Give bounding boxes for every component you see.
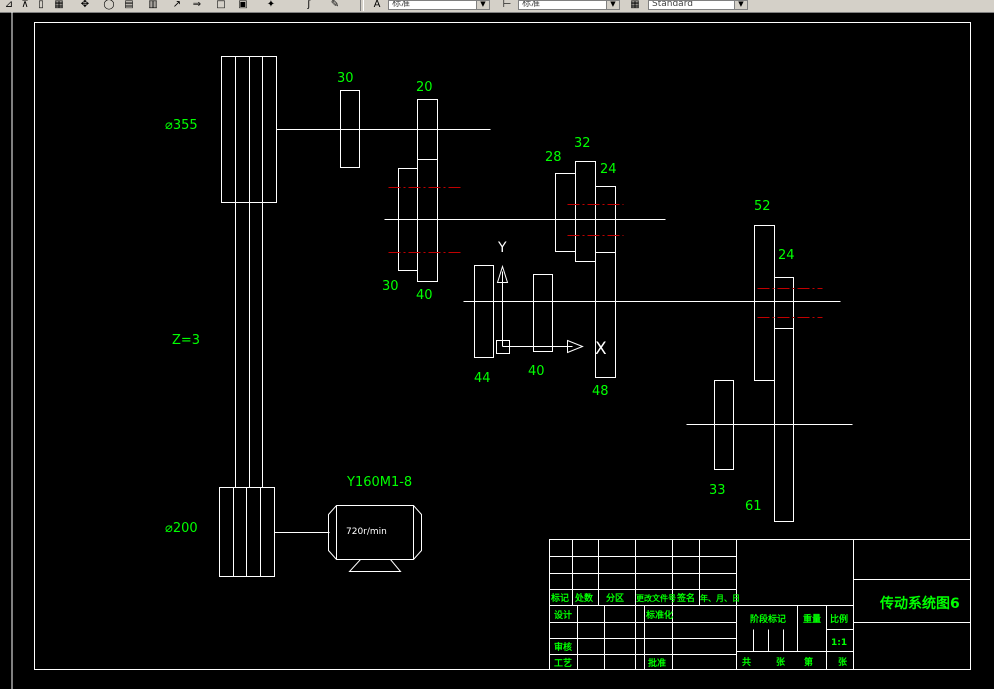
table-icon[interactable]: ▤	[122, 0, 136, 11]
gear-label: 20	[416, 80, 433, 95]
gear-label: 44	[474, 371, 491, 386]
motor-base	[348, 559, 402, 572]
arrow-right-icon[interactable]: ⇒	[190, 0, 204, 11]
pulley-small-label: ⌀200	[165, 521, 198, 536]
gear-20	[417, 99, 438, 282]
drawing-canvas[interactable]: ⌀355 ⌀200 Z=3 Y160M1-8 720r/min Y X 30 2…	[0, 12, 994, 689]
table-style-select[interactable]: Standard ▼	[648, 0, 748, 10]
gear-label: 28	[545, 150, 562, 165]
tb-header: 签名	[676, 592, 695, 604]
curve-icon[interactable]: ʃ	[302, 0, 316, 11]
tb-header: 标记	[550, 592, 569, 604]
chevron-down-icon[interactable]: ▼	[734, 1, 747, 9]
layout-icon[interactable]: ⊼	[18, 0, 32, 11]
table-style-icon[interactable]: ▦	[628, 0, 642, 11]
tb-header: 年、月、日	[700, 593, 740, 603]
drawing-title: 传动系统图6	[879, 595, 960, 612]
gear-label: 32	[574, 136, 591, 151]
gear-label: 30	[337, 71, 354, 86]
tb-weight: 重量	[803, 613, 821, 625]
paint-icon[interactable]: ✎	[328, 0, 342, 11]
pulley-large-label: ⌀355	[165, 118, 198, 133]
text-style-select[interactable]: 标准 ▼	[388, 0, 490, 10]
pan-icon[interactable]: ✥	[78, 0, 92, 11]
tb-sheet: 张	[838, 656, 848, 668]
gear-label: 52	[754, 199, 771, 214]
motor-model-label: Y160M1-8	[346, 475, 412, 490]
text-style-value: 标准	[392, 0, 411, 9]
gear-label: 33	[709, 483, 726, 498]
dim-style-icon[interactable]: ⊢	[500, 0, 514, 11]
text-style-icon[interactable]: A	[370, 0, 384, 11]
gear-label: 48	[592, 384, 609, 399]
tb-sheet: 张	[776, 656, 786, 668]
title-block-text: 标记 处数 分区 更改文件号 签名 年、月、日 设计 审核 工艺 标准化 批准 …	[550, 592, 960, 669]
tb-role-process: 工艺	[554, 657, 572, 669]
tb-header: 处数	[574, 592, 594, 604]
chevron-down-icon[interactable]: ▼	[606, 1, 619, 9]
tb-scale-value: 1:1	[831, 638, 847, 648]
gear-32	[575, 161, 596, 262]
tb-sheet: 共	[742, 656, 751, 668]
gear-28	[555, 173, 576, 252]
align-icon[interactable]: ⊿	[2, 0, 16, 11]
tb-role-design: 设计	[554, 609, 572, 621]
ucs-y-label: Y	[497, 240, 507, 256]
hatch-icon[interactable]: ▣	[236, 0, 250, 11]
tb-role-standardize: 标准化	[645, 609, 673, 621]
motor-speed-label: 720r/min	[346, 527, 387, 537]
tb-role-review: 审核	[554, 641, 572, 653]
table-style-value: Standard	[652, 0, 693, 9]
tb-sheet: 第	[804, 656, 813, 668]
gear-labels: 30 20 30 40 28 32 24 44 40 48 52 24 33 6…	[337, 71, 795, 514]
toolbar-separator	[360, 0, 364, 11]
orbit-icon[interactable]: ◯	[102, 0, 116, 11]
gear-40	[533, 274, 553, 352]
star-icon[interactable]: ✦	[264, 0, 278, 11]
gear-label: 24	[600, 162, 617, 177]
dim-style-select[interactable]: 标准 ▼	[518, 0, 620, 10]
gear-label: 40	[416, 288, 433, 303]
tb-stage-mark: 阶段标记	[750, 613, 786, 625]
gear-label: 61	[745, 499, 762, 514]
gear-44	[474, 265, 494, 358]
tb-header: 分区	[606, 592, 624, 604]
arrow-icon[interactable]: ↗	[170, 0, 184, 11]
gear-52	[754, 225, 775, 381]
dim-style-value: 标准	[522, 0, 541, 9]
chevron-down-icon[interactable]: ▼	[476, 1, 489, 9]
tb-role-approve: 批准	[648, 657, 666, 669]
gear-label: 40	[528, 364, 545, 379]
chart-icon[interactable]: ▥	[146, 0, 160, 11]
belt-count-label: Z=3	[172, 333, 200, 348]
gear-24b	[774, 277, 794, 522]
box-icon[interactable]: □	[214, 0, 228, 11]
dimension-icon[interactable]: ▯	[34, 0, 48, 11]
tb-header: 更改文件号	[636, 593, 676, 603]
gear-label: 24	[778, 248, 795, 263]
tb-scale-label: 比例	[830, 613, 848, 625]
gear-label: 30	[382, 279, 399, 294]
grid-icon[interactable]: ▦	[52, 0, 66, 11]
ucs-x-label: X	[595, 339, 607, 359]
